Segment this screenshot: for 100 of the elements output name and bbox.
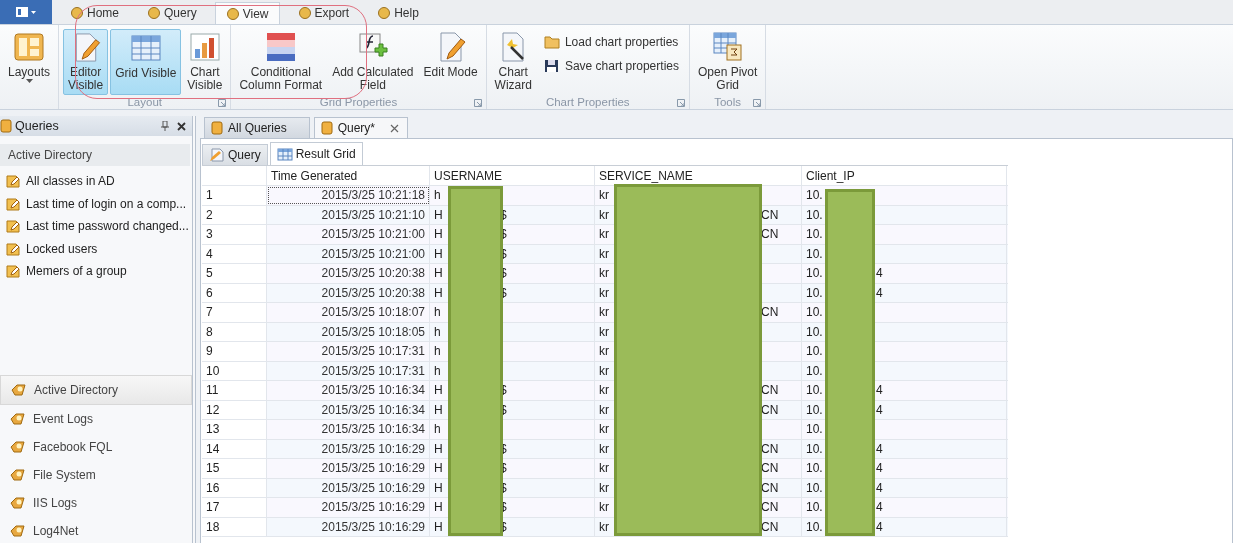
nav-item[interactable]: Log4Net (0, 517, 192, 543)
nav-item[interactable]: File System (0, 461, 192, 489)
table-cell: 2015/3/25 10:18:07 (267, 303, 430, 322)
query-icon (6, 174, 20, 189)
ribbon-button[interactable]: Chart Visible (183, 29, 227, 95)
table-cell-text: kr (599, 344, 610, 359)
table-cell-text: kr (599, 324, 610, 339)
nav-item[interactable]: Event Logs (0, 405, 192, 433)
table-cell-text: H (434, 402, 444, 417)
table-cell-text: 10. (806, 519, 824, 534)
table-cell-text: kr (599, 402, 610, 417)
table-cell-text: H (434, 285, 444, 300)
table-cell-text: H (434, 266, 444, 281)
group-title: Chart Properties (545, 96, 630, 108)
layout-icon (13, 31, 45, 63)
ribbon-button[interactable]: Save chart properties (543, 59, 679, 73)
table-cell: 2015/3/25 10:16:29 (267, 498, 430, 517)
table-cell: 2015/3/25 10:16:29 (267, 478, 430, 497)
column-header[interactable]: USERNAME (430, 166, 595, 185)
table-cell-text: CN (761, 207, 780, 222)
query-icon (6, 219, 20, 234)
table-cell-text: 10. (806, 383, 824, 398)
nav-item[interactable]: Active Directory (0, 375, 192, 405)
table-cell-text: 10. (806, 305, 824, 320)
table-cell-text: 4 (876, 480, 884, 495)
ribbon-tab[interactable]: Export (287, 2, 360, 24)
group-title: Layout (127, 96, 162, 108)
column-header[interactable]: Client_IP (802, 166, 1007, 185)
column-header[interactable]: Time Generated (267, 166, 430, 185)
table-cell-text: CN (761, 500, 780, 515)
table-cell-text: 10. (806, 207, 824, 222)
pin-icon[interactable] (161, 121, 169, 131)
pane-tab[interactable]: Result Grid (269, 142, 363, 165)
row-number: 13 (202, 420, 267, 439)
table-cell-text: kr (599, 285, 610, 300)
row-number: 17 (202, 498, 267, 517)
dialog-launcher-icon[interactable] (753, 99, 762, 107)
table-cell-text: 10. (806, 461, 824, 476)
ribbon-button[interactable]: Open Pivot Grid (693, 29, 762, 95)
table-cell-text: H (434, 519, 444, 534)
dialog-launcher-icon[interactable] (218, 99, 227, 107)
table-cell: 2015/3/25 10:16:34 (267, 420, 430, 439)
ribbon-tab[interactable]: Home (60, 2, 129, 24)
row-number: 9 (202, 342, 267, 361)
table-cell-text: 4 (876, 500, 884, 515)
document-tab[interactable]: All Queries (204, 117, 310, 138)
table-cell-text: CN (761, 519, 780, 534)
ribbon-button[interactable]: Conditional Column Format (235, 29, 327, 95)
ribbon-button[interactable]: Edit Mode (419, 29, 482, 95)
table-cell: 2015/3/25 10:16:34 (267, 400, 430, 419)
orb-icon (147, 6, 161, 20)
row-number: 3 (202, 225, 267, 244)
table-cell-text: 10. (806, 188, 824, 203)
table-cell-text: 4 (876, 383, 884, 398)
table-cell: 2015/3/25 10:17:31 (267, 342, 430, 361)
query-item[interactable]: All classes in AD (0, 170, 192, 193)
ribbon-button[interactable]: Grid Visible (110, 29, 182, 95)
table-cell-text: kr (599, 461, 610, 476)
table-cell: 2015/3/25 10:20:38 (267, 283, 430, 302)
folder-icon (543, 35, 560, 49)
query-item[interactable]: Last time password changed... (0, 215, 192, 238)
query-icon (6, 241, 20, 256)
table-cell-text: 4 (876, 402, 884, 417)
table-cell: 2015/3/25 10:16:29 (267, 517, 430, 536)
table-cell-text: H (434, 227, 444, 242)
nav-item[interactable]: Facebook FQL (0, 433, 192, 461)
gem-icon (10, 496, 26, 510)
document-tab[interactable]: Query* (313, 117, 409, 138)
query-item[interactable]: Memers of a group (0, 260, 192, 283)
table-cell-text: 4 (876, 519, 884, 534)
row-number: 1 (202, 186, 267, 205)
pane-tab[interactable]: Query (202, 144, 268, 165)
table-cell-text: kr (599, 383, 610, 398)
table-cell-text: CN (761, 461, 780, 476)
ribbon-tab[interactable]: View (214, 2, 280, 24)
ribbon-button[interactable]: Load chart properties (543, 35, 679, 49)
table-cell-text: kr (599, 500, 610, 515)
close-icon[interactable] (177, 121, 186, 131)
page-pencil-icon (209, 148, 225, 162)
row-number: 7 (202, 303, 267, 322)
table-cell-text: h (434, 422, 442, 437)
close-icon[interactable] (390, 123, 400, 133)
nav-item[interactable]: IIS Logs (0, 489, 192, 517)
ribbon-button[interactable]: Layouts (4, 29, 55, 95)
dialog-launcher-icon[interactable] (676, 99, 685, 107)
ribbon-tab[interactable]: Query (137, 2, 207, 24)
table-cell-text: kr (599, 188, 610, 203)
ribbon-button[interactable]: Chart Wizard (490, 29, 536, 95)
query-item[interactable]: Locked users (0, 237, 192, 260)
table-cell-text: 10. (806, 285, 824, 300)
orb-icon (297, 6, 312, 20)
table-cell-text: 10. (806, 402, 824, 417)
query-icon (6, 264, 20, 279)
table-cell-text: H (434, 500, 444, 515)
query-item[interactable]: Last time of login on a comp... (0, 192, 192, 215)
table-cell-text: 10. (806, 227, 824, 242)
ribbon-tab[interactable]: Help (367, 2, 429, 24)
dialog-launcher-icon[interactable] (473, 99, 482, 107)
table-cell: 2015/3/25 10:16:34 (267, 381, 430, 400)
app-menu-button[interactable] (0, 0, 52, 24)
